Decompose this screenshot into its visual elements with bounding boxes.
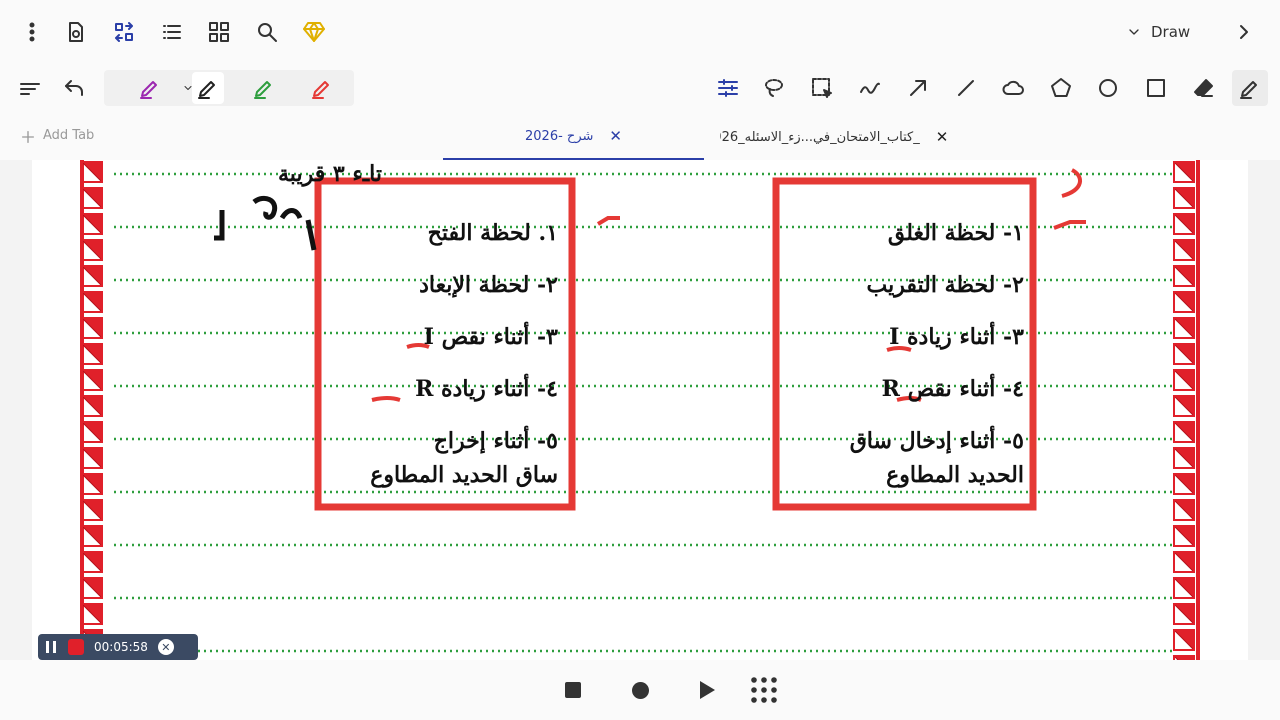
handwritten-line: ١. لحظة الفتح: [427, 220, 558, 246]
handwritten-line: ٢- لحظة التقريب: [866, 272, 1024, 298]
tab-exam-book[interactable]: _كتاب_الامتحان_في...زء_الاسئله_2026 ✕: [704, 114, 964, 160]
play-icon[interactable]: [700, 681, 715, 699]
margin-triangle: [1172, 239, 1195, 262]
margin-triangle: [1172, 369, 1195, 392]
handwritten-line: الحديد المطاوع: [886, 462, 1024, 488]
search-icon[interactable]: [255, 20, 279, 44]
close-icon[interactable]: ✕: [936, 128, 949, 146]
top-toolbar: Draw: [0, 0, 1280, 64]
swap-icon[interactable]: [112, 20, 136, 44]
margin-triangle: [1172, 265, 1195, 288]
apps-grid-icon[interactable]: [750, 676, 778, 704]
chevron-right-icon[interactable]: [1232, 20, 1256, 44]
more-vert-icon[interactable]: [20, 20, 44, 44]
margin-triangle: [1172, 421, 1195, 444]
screen-recorder-widget: 00:05:58 ✕: [38, 634, 198, 660]
pause-icon[interactable]: [46, 641, 56, 653]
margin-triangle: [1172, 187, 1195, 210]
margin-triangle: [1172, 629, 1195, 652]
handwritten-line: ٥- أثناء إخراج: [433, 428, 558, 454]
red-pen-icon[interactable]: [310, 76, 334, 100]
handwritten-line: ٣- أثناء زيادة I: [889, 324, 1024, 350]
recording-timer: 00:05:58: [94, 640, 148, 654]
margin-triangle: [1172, 161, 1195, 184]
margin-triangle: [1172, 525, 1195, 548]
margin-triangle: [1172, 577, 1195, 600]
margin-triangle: [1172, 213, 1195, 236]
handwritten-line: ٣- أثناء نقص I: [423, 324, 558, 350]
settings-doc-icon[interactable]: [64, 20, 88, 44]
bracket-mark: [1061, 168, 1082, 198]
line-icon[interactable]: [954, 76, 978, 100]
add-tab-plus-icon[interactable]: [20, 129, 36, 145]
toolbar-menu-icon[interactable]: [18, 77, 42, 101]
page-drawing: [80, 160, 1200, 660]
arrow-icon[interactable]: [906, 76, 930, 100]
black-pen-icon[interactable]: [196, 76, 220, 100]
premium-diamond-icon[interactable]: [302, 20, 326, 44]
margin-triangle: [1172, 603, 1195, 626]
bottom-bar: [0, 660, 1280, 720]
handwritten-line: ٥- أثناء إدخال ساق: [849, 428, 1024, 454]
selection-icon[interactable]: [810, 76, 834, 100]
undo-icon[interactable]: [62, 77, 86, 101]
pentagon-icon[interactable]: [1049, 76, 1073, 100]
pen-icon[interactable]: [1238, 76, 1262, 100]
freehand-icon[interactable]: [858, 76, 882, 100]
purple-pen-icon[interactable]: [138, 76, 162, 100]
margin-triangle: [1172, 551, 1195, 574]
stop-icon[interactable]: [565, 682, 581, 698]
eraser-icon[interactable]: [1192, 76, 1216, 100]
top-left-scribble: تاـء ٣ قريبة: [278, 161, 382, 187]
margin-triangle: [1172, 473, 1195, 496]
square-icon[interactable]: [1144, 76, 1168, 100]
chevron-down-icon[interactable]: [1126, 24, 1142, 40]
notebook-canvas[interactable]: تاـء ٣ قريبة ١. لحظة الفتح ٢- لحظة الإبعا…: [0, 160, 1280, 660]
right-margin-pattern: [1196, 160, 1200, 660]
check-mark: [596, 216, 620, 226]
handwritten-line: ساق الحديد المطاوع: [370, 462, 558, 488]
margin-triangle: [1172, 291, 1195, 314]
margin-triangle: [1172, 447, 1195, 470]
handwritten-line: ٤- أثناء زيادة R: [415, 376, 558, 402]
close-icon[interactable]: ✕: [609, 127, 622, 145]
add-tab-button[interactable]: Add Tab: [43, 128, 94, 143]
lasso-icon[interactable]: [762, 76, 786, 100]
tab-explanation-label: شرح -2026: [525, 128, 594, 144]
adjust-icon[interactable]: [716, 76, 740, 100]
margin-triangle: [1172, 499, 1195, 522]
tab-exam-book-label: _كتاب_الامتحان_في...زء_الاسئله_2026: [720, 129, 920, 145]
cloud-icon[interactable]: [1001, 76, 1025, 100]
app-window: Draw Add Tab شرح -2026 ✕ _كتاب_الامتحان_…: [0, 0, 1280, 720]
tab-bar: Add Tab شرح -2026 ✕ _كتاب_الامتحان_في...…: [0, 114, 1280, 160]
grid-icon[interactable]: [207, 20, 231, 44]
notebook-page[interactable]: تاـء ٣ قريبة ١. لحظة الفتح ٢- لحظة الإبعا…: [32, 160, 1248, 660]
margin-triangle: [1172, 395, 1195, 418]
record-icon[interactable]: [632, 682, 649, 699]
handwritten-line: ١- لحظة الغلق: [887, 220, 1024, 246]
handwritten-line: ٤- أثناء نقص R: [881, 376, 1024, 402]
margin-triangle: [1172, 317, 1195, 340]
green-pen-icon[interactable]: [252, 76, 276, 100]
mode-dropdown-label[interactable]: Draw: [1151, 23, 1190, 41]
circle-icon[interactable]: [1096, 76, 1120, 100]
tab-explanation[interactable]: شرح -2026 ✕: [443, 114, 704, 160]
list-icon[interactable]: [160, 20, 184, 44]
pen-color-group: [104, 70, 354, 106]
handwritten-line: ٢- لحظة الإبعاد: [419, 272, 558, 298]
close-icon[interactable]: ✕: [157, 639, 174, 655]
margin-triangle: [1172, 343, 1195, 366]
record-stop-icon[interactable]: [68, 639, 84, 655]
